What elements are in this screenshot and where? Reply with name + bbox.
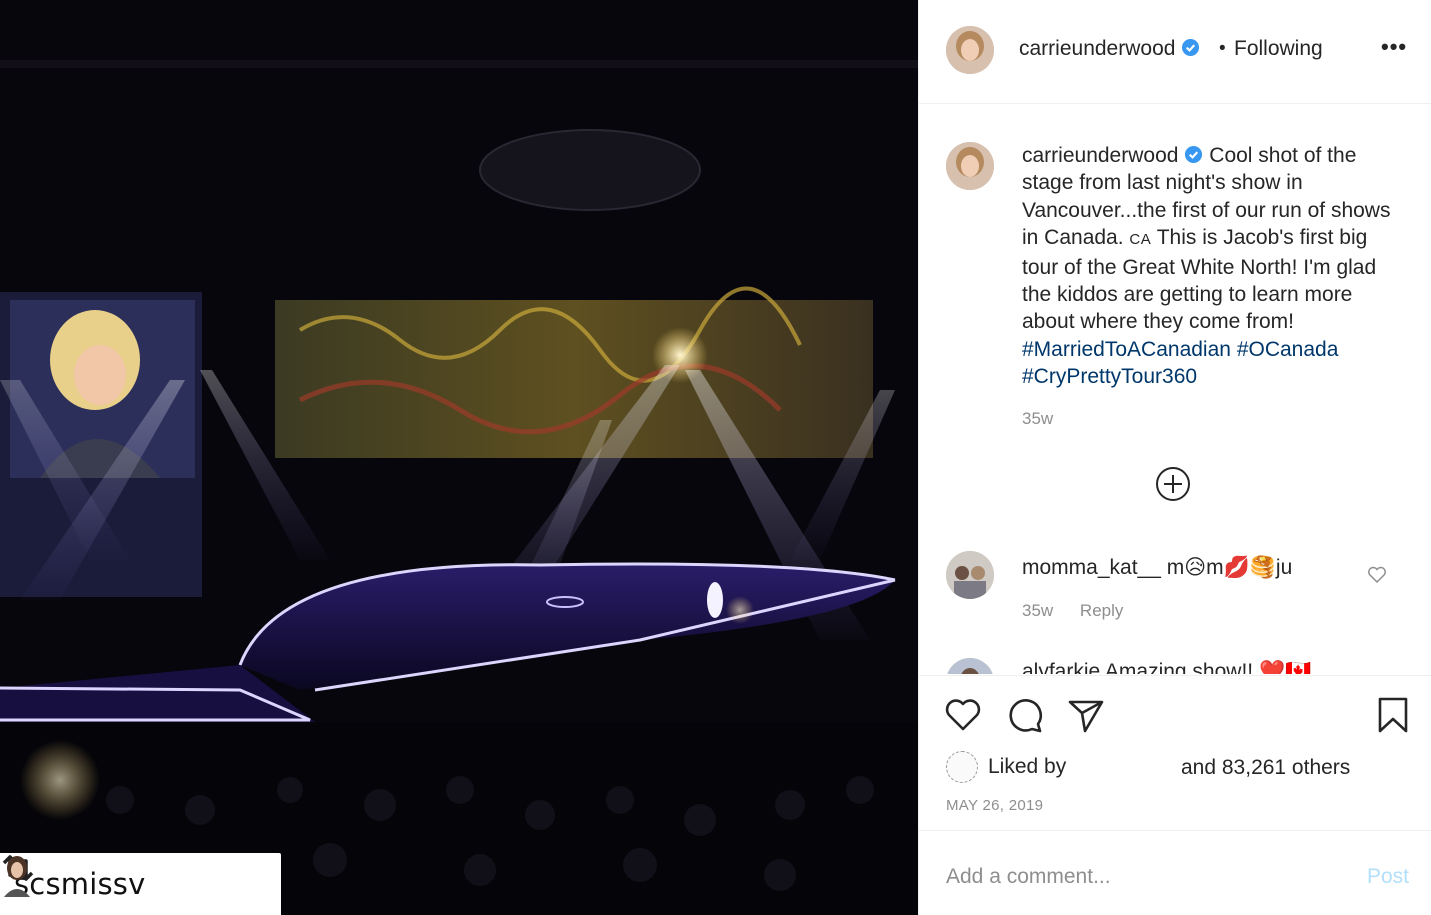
- share-paper-plane-icon[interactable]: [1067, 696, 1105, 734]
- liked-by-row[interactable]: Liked by: [946, 751, 1066, 783]
- caption-author-avatar[interactable]: [946, 142, 994, 190]
- like-heart-icon[interactable]: [944, 696, 982, 734]
- verified-badge-icon: [1182, 38, 1200, 57]
- hashtag-cry-pretty-tour[interactable]: #CryPrettyTour360: [1022, 365, 1197, 388]
- comment-body: Amazing show!! ❤️🇨🇦: [1104, 660, 1312, 674]
- repost-avatar: [4, 856, 30, 897]
- post-side-panel: carrieunderwood • Following ••• carrieun…: [918, 0, 1431, 915]
- comment-username[interactable]: momma_kat__: [1022, 556, 1161, 579]
- likes-count[interactable]: and 83,261 others: [1181, 756, 1350, 780]
- comment-text: momma_kat__ m😥m💋🥞ju: [1022, 555, 1292, 580]
- comment-username[interactable]: alyfarkie: [1022, 660, 1100, 674]
- save-bookmark-icon[interactable]: [1374, 696, 1412, 734]
- post-photo[interactable]: scsmissv: [0, 0, 918, 915]
- comment-bubble-icon[interactable]: [1006, 696, 1044, 734]
- more-options-icon[interactable]: •••: [1381, 34, 1407, 60]
- commenter-avatar[interactable]: [946, 551, 994, 599]
- hashtag-ocanada[interactable]: #OCanada: [1237, 338, 1339, 361]
- comment-input[interactable]: Add a comment...: [946, 865, 1111, 889]
- caption-text: carrieunderwood Cool shot of the stage f…: [1022, 142, 1392, 391]
- avatar-image: [946, 551, 994, 599]
- comment-meta: 35w Reply: [1022, 601, 1145, 621]
- author-username[interactable]: carrieunderwood: [1019, 37, 1200, 61]
- load-more-comments-icon[interactable]: [1155, 466, 1191, 502]
- comment-age: 35w: [1022, 601, 1054, 620]
- comment-reply-button[interactable]: Reply: [1080, 601, 1123, 620]
- like-comment-icon[interactable]: [1367, 566, 1387, 584]
- add-comment-bar: Add a comment... Post: [919, 830, 1431, 915]
- post-header: carrieunderwood • Following •••: [919, 0, 1431, 104]
- comments-section: carrieunderwood Cool shot of the stage f…: [919, 104, 1431, 674]
- liker-avatar: [946, 751, 978, 783]
- author-avatar[interactable]: [946, 26, 994, 74]
- following-button[interactable]: Following: [1234, 37, 1323, 61]
- commenter-avatar[interactable]: [946, 658, 994, 674]
- avatar-image: [946, 26, 994, 74]
- avatar-image: [946, 142, 994, 190]
- post-date: MAY 26, 2019: [946, 797, 1044, 814]
- caption-age: 35w: [1022, 409, 1054, 428]
- hashtag-married-to-a-canadian[interactable]: #MarriedToACanadian: [1022, 338, 1231, 361]
- post-comment-button[interactable]: Post: [1367, 865, 1409, 889]
- verified-badge-icon: [1185, 145, 1203, 164]
- caption-username[interactable]: carrieunderwood: [1022, 144, 1178, 167]
- comment-text: alyfarkie Amazing show!! ❤️🇨🇦: [1022, 660, 1311, 674]
- header-separator: •: [1219, 38, 1226, 59]
- concert-stage-image: [0, 0, 918, 915]
- comment-body: m😥m💋🥞ju: [1166, 556, 1293, 579]
- avatar-image: [946, 658, 994, 674]
- liked-by-label: Liked by: [988, 755, 1067, 778]
- post-actions: Liked by and 83,261 others MAY 26, 2019: [919, 675, 1431, 830]
- canada-flag-icon: CA: [1129, 231, 1152, 249]
- repost-tag[interactable]: scsmissv: [0, 853, 281, 915]
